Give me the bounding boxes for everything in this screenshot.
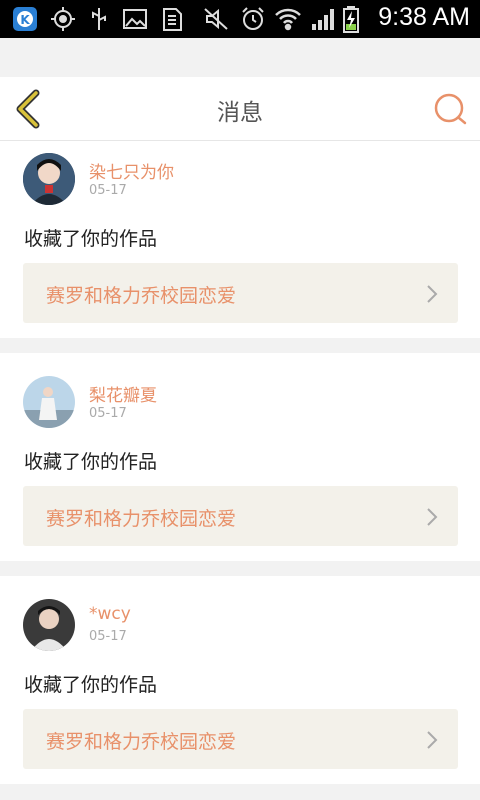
user-name[interactable]: 梨花瓣夏 [89, 381, 157, 406]
mute-icon [203, 5, 229, 33]
card-divider [0, 561, 480, 576]
alarm-icon [240, 5, 266, 33]
avatar[interactable] [23, 376, 75, 428]
message-date: 05-17 [89, 629, 127, 644]
top-nav-bar: 消息 [0, 77, 480, 141]
avatar-image [23, 599, 75, 651]
chevron-right-icon [427, 285, 438, 303]
wifi-icon [274, 5, 302, 33]
message-action: 收藏了你的作品 [24, 674, 158, 696]
page-title: 消息 [217, 100, 263, 126]
sim-icon [160, 5, 184, 33]
image-icon [122, 5, 148, 33]
search-icon [434, 93, 467, 125]
status-time: 9:38 AM [378, 3, 470, 31]
work-title: 赛罗和格力乔校园恋爱 [46, 508, 237, 530]
avatar[interactable] [23, 599, 75, 651]
avatar[interactable] [23, 153, 75, 205]
message-date: 05-17 [89, 183, 127, 198]
svg-text:K: K [20, 13, 30, 27]
gps-icon [50, 5, 76, 33]
avatar-image [23, 153, 75, 205]
work-link[interactable]: 赛罗和格力乔校园恋爱 [23, 486, 458, 546]
user-name[interactable]: *wcy [89, 604, 131, 624]
avatar-image [23, 376, 75, 428]
chevron-right-icon [427, 731, 438, 749]
message-card: 染七只为你 05-17 收藏了你的作品 赛罗和格力乔校园恋爱 [0, 141, 480, 338]
usb-icon [88, 5, 110, 33]
message-action: 收藏了你的作品 [24, 228, 158, 250]
work-title: 赛罗和格力乔校园恋爱 [46, 285, 237, 307]
message-list: 染七只为你 05-17 收藏了你的作品 赛罗和格力乔校园恋爱 梨花瓣夏 05-1… [0, 141, 480, 784]
chevron-right-icon [427, 508, 438, 526]
card-divider [0, 338, 480, 353]
search-button[interactable] [430, 89, 470, 129]
battery-charging-icon [342, 5, 360, 33]
user-name[interactable]: 染七只为你 [89, 158, 174, 183]
signal-icon [310, 5, 338, 33]
message-card: *wcy 05-17 收藏了你的作品 赛罗和格力乔校园恋爱 [0, 576, 480, 784]
work-link[interactable]: 赛罗和格力乔校园恋爱 [23, 709, 458, 769]
k-app-icon: K [12, 5, 38, 33]
message-action: 收藏了你的作品 [24, 451, 158, 473]
message-card: 梨花瓣夏 05-17 收藏了你的作品 赛罗和格力乔校园恋爱 [0, 353, 480, 561]
work-title: 赛罗和格力乔校园恋爱 [46, 731, 237, 753]
work-link[interactable]: 赛罗和格力乔校园恋爱 [23, 263, 458, 323]
status-bar: K 9:38 AM [0, 0, 480, 38]
message-date: 05-17 [89, 406, 127, 421]
